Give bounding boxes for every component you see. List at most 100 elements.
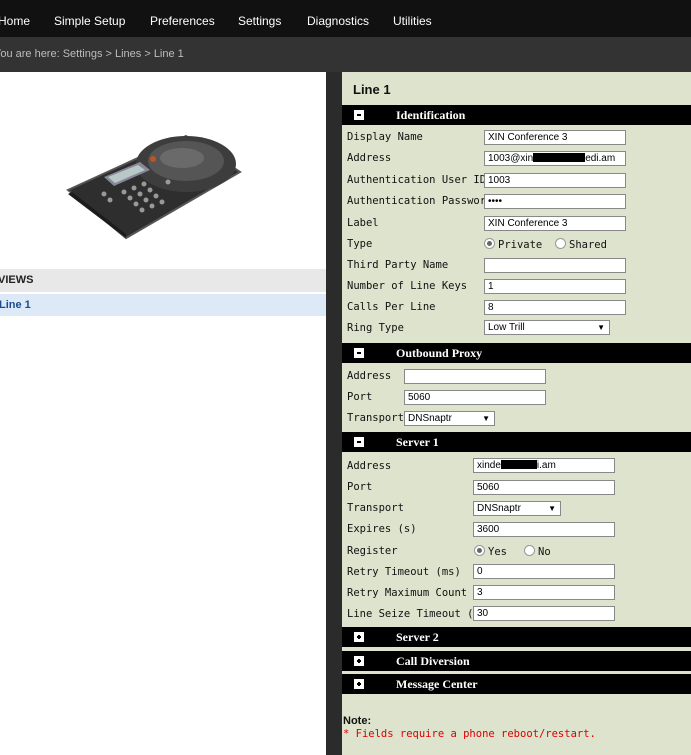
nav-diagnostics[interactable]: Diagnostics	[307, 0, 369, 37]
retry-timeout-field[interactable]: 0	[473, 564, 615, 579]
proxy-port-label: Port	[347, 391, 373, 403]
line-keys-field[interactable]: 1	[484, 279, 626, 294]
server1-address-end: i.am	[536, 460, 556, 471]
chevron-down-icon: ▼	[597, 323, 605, 332]
calls-per-line-field[interactable]: 8	[484, 300, 626, 315]
nav-utilities[interactable]: Utilities	[393, 0, 432, 37]
settings-panel: Line 1 Identification Display Name XIN C…	[342, 72, 691, 755]
expires-label: Expires (s)	[347, 523, 417, 535]
collapse-icon[interactable]	[354, 348, 364, 358]
proxy-address-label: Address	[347, 370, 392, 382]
third-party-name-field[interactable]	[484, 258, 626, 273]
section-server-2[interactable]: Server 2	[342, 627, 691, 647]
auth-user-id-label: Authentication User ID	[347, 174, 487, 186]
redaction-bar	[500, 460, 537, 469]
expires-field[interactable]: 3600	[473, 522, 615, 537]
ring-type-value: Low Trill	[488, 322, 525, 333]
server1-address-field[interactable]: xinde i.am	[473, 458, 615, 473]
register-yes-radio[interactable]: Yes	[474, 545, 507, 558]
address-value-end: edi.am	[585, 153, 616, 164]
proxy-transport-value: DNSnaptr	[408, 413, 452, 424]
top-navigation: Home Simple Setup Preferences Settings D…	[0, 0, 691, 37]
retry-max-count-field[interactable]: 3	[473, 585, 615, 600]
ring-type-select[interactable]: Low Trill ▼	[484, 320, 610, 335]
label-label: Label	[347, 217, 379, 229]
server1-port-field[interactable]: 5060	[473, 480, 615, 495]
views-heading: VIEWS	[0, 269, 326, 292]
server1-transport-label: Transport	[347, 502, 404, 514]
server1-transport-value: DNSnaptr	[477, 503, 521, 514]
collapse-icon[interactable]	[354, 437, 364, 447]
retry-timeout-label: Retry Timeout (ms)	[347, 566, 461, 578]
proxy-port-field[interactable]: 5060	[404, 390, 546, 405]
type-private-text: Private	[498, 239, 543, 251]
views-item-line-1[interactable]: Line 1	[0, 294, 326, 316]
third-party-name-label: Third Party Name	[347, 259, 449, 271]
nav-home[interactable]: Home	[0, 0, 30, 37]
line-seize-timeout-label: Line Seize Timeout (s)	[347, 608, 487, 620]
section-call-diversion[interactable]: Call Diversion	[342, 651, 691, 671]
panel-gutter	[326, 72, 342, 755]
register-no-radio[interactable]: No	[524, 545, 551, 558]
expand-icon[interactable]	[354, 679, 364, 689]
section-outbound-proxy[interactable]: Outbound Proxy	[342, 343, 691, 363]
section-title: Call Diversion	[396, 654, 470, 668]
server1-transport-select[interactable]: DNSnaptr ▼	[473, 501, 561, 516]
section-identification[interactable]: Identification	[342, 105, 691, 125]
chevron-down-icon: ▼	[548, 504, 556, 513]
radio-unselected-icon	[555, 238, 566, 249]
line-seize-timeout-field[interactable]: 30	[473, 606, 615, 621]
nav-preferences[interactable]: Preferences	[150, 0, 215, 37]
expand-icon[interactable]	[354, 656, 364, 666]
page-title: Line 1	[353, 82, 391, 97]
type-shared-text: Shared	[569, 239, 607, 251]
type-private-radio[interactable]: Private	[484, 238, 542, 251]
auth-password-label: Authentication Password	[347, 195, 493, 207]
section-server-1[interactable]: Server 1	[342, 432, 691, 452]
section-title: Server 2	[396, 630, 439, 644]
section-title: Identification	[396, 108, 466, 122]
type-label: Type	[347, 238, 373, 250]
calls-per-line-label: Calls Per Line	[347, 301, 436, 313]
ring-type-label: Ring Type	[347, 322, 404, 334]
nav-simple-setup[interactable]: Simple Setup	[54, 0, 125, 37]
auth-password-field[interactable]: ••••	[484, 194, 626, 209]
note-title: Note:	[343, 715, 372, 727]
redaction-bar	[533, 153, 586, 162]
server1-port-label: Port	[347, 481, 373, 493]
proxy-transport-select[interactable]: DNSnaptr ▼	[404, 411, 495, 426]
server1-address-start: xinde	[477, 460, 501, 471]
section-title: Server 1	[396, 435, 439, 449]
proxy-address-field[interactable]	[404, 369, 546, 384]
note-text: * Fields require a phone reboot/restart.	[343, 728, 596, 740]
proxy-transport-label: Transport	[347, 412, 404, 424]
nav-settings[interactable]: Settings	[238, 0, 281, 37]
radio-selected-icon	[474, 545, 485, 556]
conference-phone-image	[66, 134, 242, 240]
breadcrumb-bar: You are here: Settings > Lines > Line 1	[0, 37, 691, 72]
section-title: Message Center	[396, 677, 478, 691]
register-label: Register	[347, 545, 398, 557]
address-field[interactable]: 1003@xin edi.am	[484, 151, 626, 166]
collapse-icon[interactable]	[354, 110, 364, 120]
register-yes-text: Yes	[488, 546, 507, 558]
type-shared-radio[interactable]: Shared	[555, 238, 607, 251]
line-keys-label: Number of Line Keys	[347, 280, 468, 292]
address-value-start: 1003@xin	[488, 153, 534, 164]
label-field[interactable]: XIN Conference 3	[484, 216, 626, 231]
retry-max-count-label: Retry Maximum Count	[347, 587, 468, 599]
left-panel: VIEWS Line 1	[0, 72, 326, 755]
register-no-text: No	[538, 546, 551, 558]
chevron-down-icon: ▼	[482, 414, 490, 423]
display-name-field[interactable]: XIN Conference 3	[484, 130, 626, 145]
expand-icon[interactable]	[354, 632, 364, 642]
section-title: Outbound Proxy	[396, 346, 483, 360]
display-name-label: Display Name	[347, 131, 423, 143]
server1-address-label: Address	[347, 460, 392, 472]
auth-user-id-field[interactable]: 1003	[484, 173, 626, 188]
address-label: Address	[347, 152, 392, 164]
radio-selected-icon	[484, 238, 495, 249]
radio-unselected-icon	[524, 545, 535, 556]
section-message-center[interactable]: Message Center	[342, 674, 691, 694]
breadcrumb: You are here: Settings > Lines > Line 1	[0, 48, 184, 60]
